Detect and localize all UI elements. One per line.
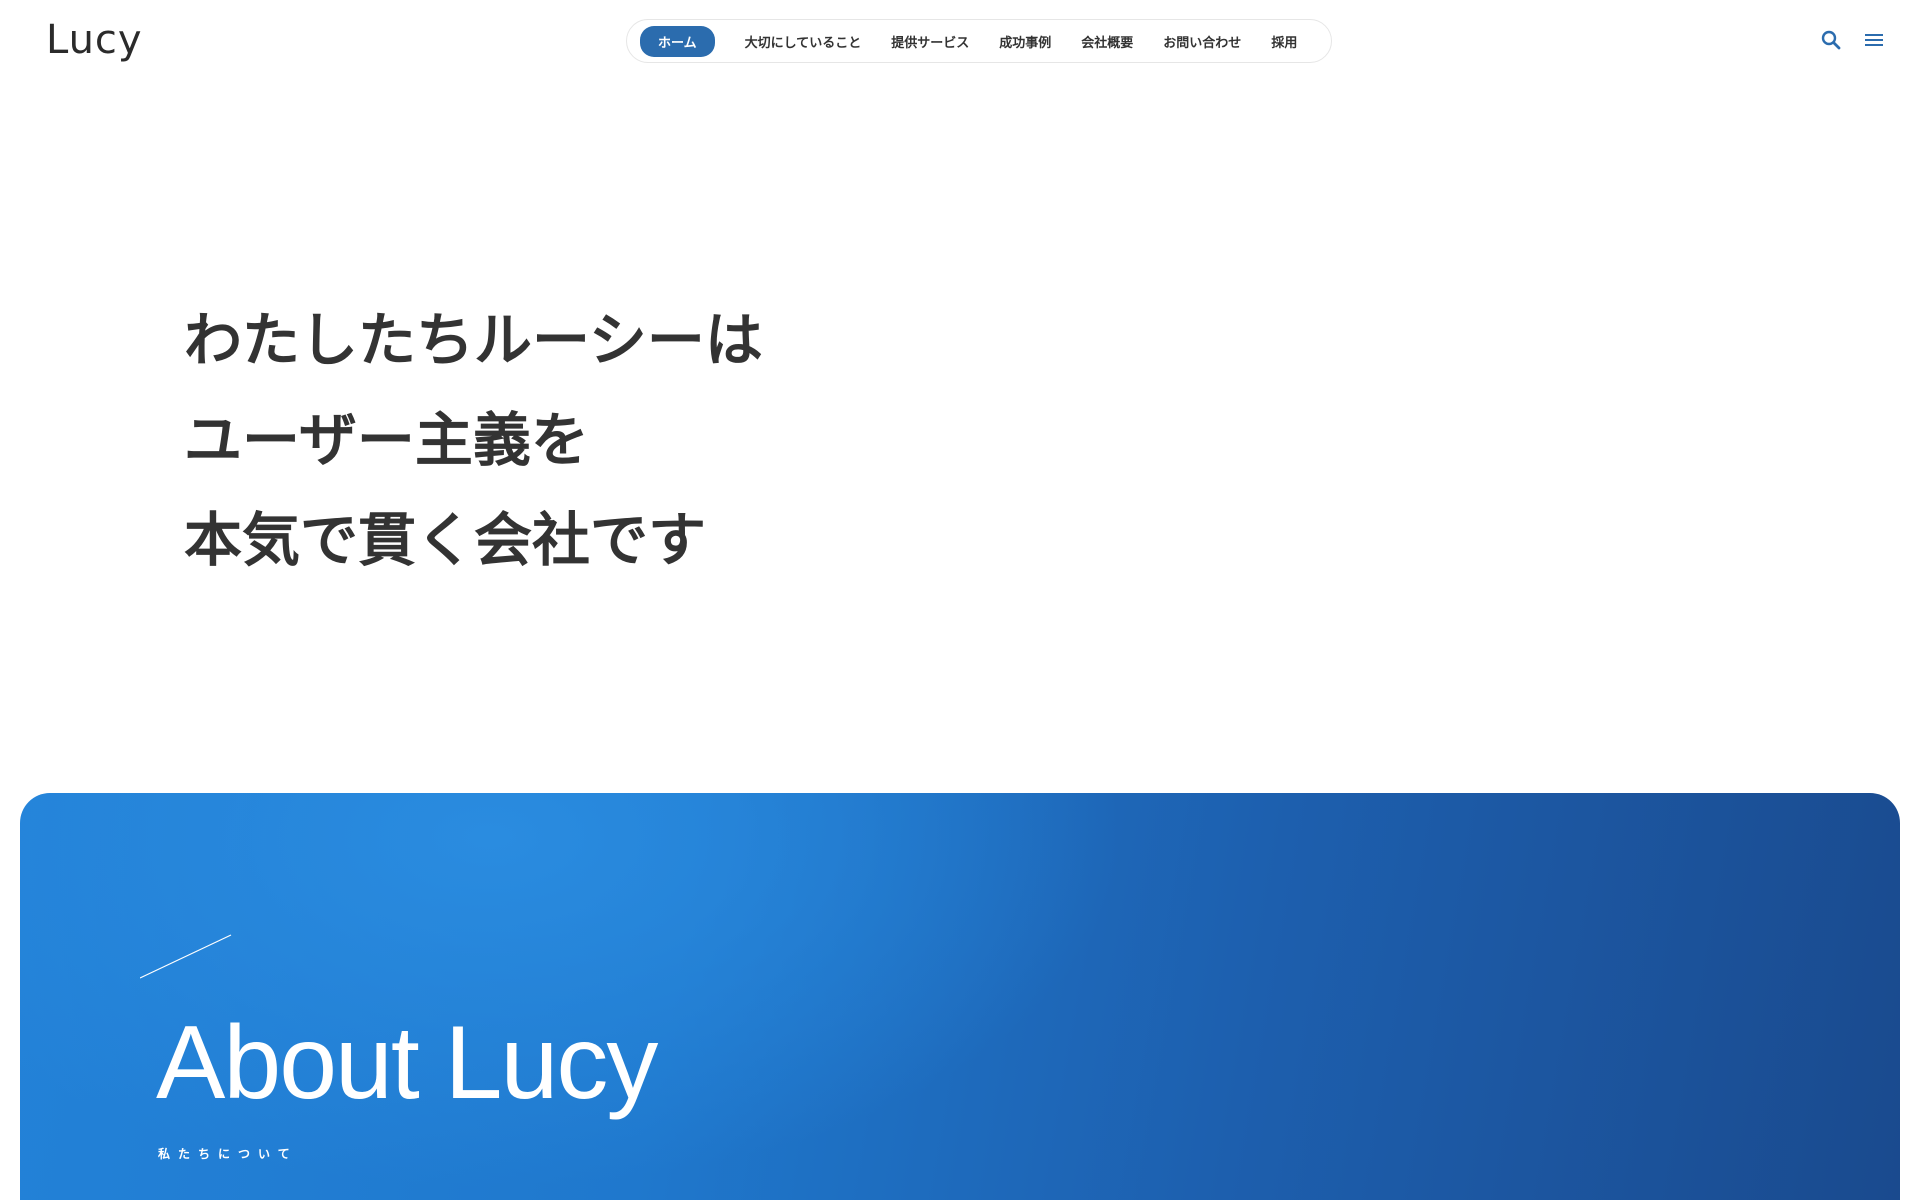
nav-item-contact[interactable]: お問い合わせ: [1163, 32, 1241, 51]
about-section: About Lucy 私たちについて: [20, 793, 1900, 1200]
hero-heading: わたしたちルーシーは ユーザー主義を 本気で貫く会社です: [184, 290, 763, 590]
about-subtitle: 私たちについて: [158, 1147, 298, 1161]
site-logo[interactable]: Lucy: [46, 16, 143, 64]
menu-icon[interactable]: [1862, 28, 1886, 52]
hero-line: ユーザー主義を: [184, 406, 589, 474]
nav-item-home[interactable]: ホーム: [640, 25, 715, 57]
about-title: About Lucy: [156, 1005, 658, 1121]
hero-line: 本気で貫く会社です: [184, 506, 707, 574]
nav-item-recruit[interactable]: 採用: [1271, 32, 1297, 51]
hero-line: わたしたちルーシーは: [184, 306, 763, 374]
page: Lucy ホーム 大切にしていること 提供サービス 成功事例 会社概要 お問い合…: [0, 0, 1920, 1200]
search-icon[interactable]: [1819, 28, 1843, 52]
nav-item-values[interactable]: 大切にしていること: [745, 32, 862, 51]
nav-item-case-studies[interactable]: 成功事例: [999, 32, 1051, 51]
decorative-line: [140, 934, 232, 979]
nav-item-services[interactable]: 提供サービス: [891, 32, 969, 51]
main-nav: ホーム 大切にしていること 提供サービス 成功事例 会社概要 お問い合わせ 採用: [626, 19, 1332, 63]
nav-item-company[interactable]: 会社概要: [1081, 32, 1133, 51]
